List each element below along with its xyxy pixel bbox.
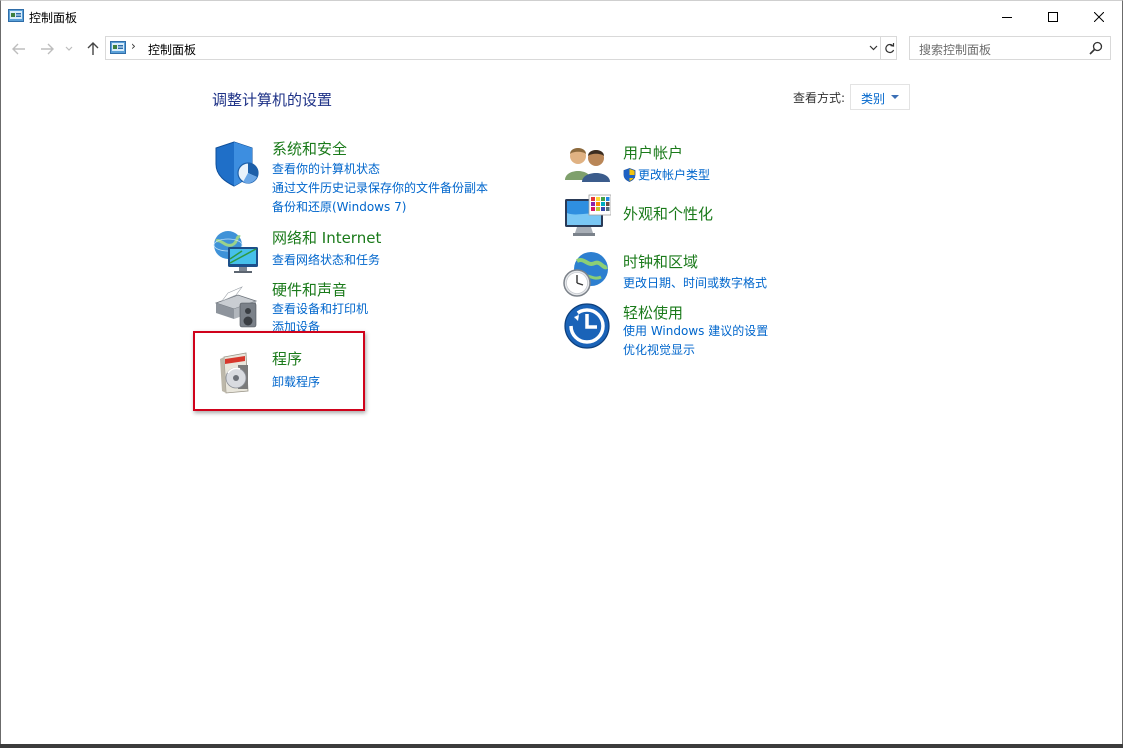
link-recommended-settings[interactable]: 使用 Windows 建议的设置 [623,322,768,339]
window-title: 控制面板 [29,11,78,25]
network-globe-icon[interactable] [212,229,260,277]
address-dropdown-button[interactable] [866,40,880,56]
category-title[interactable]: 网络和 Internet [272,227,381,248]
shield-icon[interactable] [212,140,260,188]
view-by-value[interactable]: 类别 [861,90,885,107]
link-backup-restore[interactable]: 备份和还原(Windows 7) [272,198,406,215]
close-button[interactable] [1076,1,1122,32]
link-view-computer-status[interactable]: 查看你的计算机状态 [272,160,380,177]
forward-button[interactable] [38,39,56,59]
category-title[interactable]: 硬件和声音 [272,279,347,300]
title-bar: 控制面板 [1,1,1122,32]
refresh-icon [885,43,895,54]
up-button[interactable] [84,39,102,59]
breadcrumb-control-panel[interactable]: 控制面板 [148,41,196,58]
chevron-down-icon [869,45,877,51]
maximize-icon [1048,11,1058,22]
address-bar[interactable]: › 控制面板 [105,36,897,60]
refresh-button[interactable] [880,37,898,59]
category-title[interactable]: 外观和个性化 [623,203,713,224]
page-heading: 调整计算机的设置 [212,91,333,109]
highlight-box [193,331,365,411]
search-icon[interactable] [1088,40,1104,56]
arrow-up-icon [87,42,99,55]
maximize-button[interactable] [1030,1,1076,32]
search-placeholder[interactable]: 搜索控制面板 [919,41,991,58]
category-title[interactable]: 轻松使用 [623,302,683,323]
chevron-down-icon [65,46,73,51]
arrow-right-icon [41,43,54,55]
navigation-bar: › 控制面板 搜索控制面板 [1,34,1122,64]
printer-speaker-icon[interactable] [212,281,260,329]
link-devices-printers[interactable]: 查看设备和打印机 [272,300,368,317]
control-panel-icon [8,9,24,22]
link-file-history-backup[interactable]: 通过文件历史记录保存你的文件备份副本 [272,179,488,196]
appearance-monitor-icon[interactable] [563,193,611,241]
link-change-account-type[interactable]: 更改帐户类型 [623,166,710,183]
category-hardware-sound: 硬件和声音 查看设备和打印机 添加设备 [212,279,512,334]
control-panel-icon [110,41,126,54]
category-appearance: 外观和个性化 [563,193,863,243]
users-icon[interactable] [563,142,611,190]
search-box[interactable]: 搜索控制面板 [909,36,1111,60]
link-change-date-time-format[interactable]: 更改日期、时间或数字格式 [623,274,767,291]
category-network-internet: 网络和 Internet 查看网络状态和任务 [212,229,512,275]
category-title[interactable]: 用户帐户 [623,142,683,163]
category-ease-of-access: 轻松使用 使用 Windows 建议的设置 优化视觉显示 [563,302,863,358]
category-title[interactable]: 时钟和区域 [623,251,698,272]
category-user-accounts: 用户帐户 更改帐户类型 [563,142,863,186]
uac-shield-icon [623,167,636,182]
category-title[interactable]: 系统和安全 [272,138,347,159]
link-network-status[interactable]: 查看网络状态和任务 [272,251,380,268]
dropdown-caret-icon [891,95,899,99]
clock-globe-icon[interactable] [563,251,611,299]
ease-of-access-icon[interactable] [563,302,611,350]
view-by-label: 查看方式: [793,91,846,105]
minimize-icon [1002,16,1012,18]
link-label[interactable]: 更改帐户类型 [638,166,710,183]
link-optimize-visual-display[interactable]: 优化视觉显示 [623,341,695,358]
category-system-security: 系统和安全 查看你的计算机状态 通过文件历史记录保存你的文件备份副本 备份和还原… [212,140,512,220]
back-button[interactable] [10,39,28,59]
close-icon [1094,11,1104,22]
recent-locations-button[interactable] [63,39,75,59]
taskbar-edge [0,744,1123,748]
control-panel-window: 控制面板 › 控制面板 搜索控制面板 调整计算机的设置 查看方式: 类别 系统和… [0,0,1123,747]
arrow-left-icon [12,43,25,55]
view-by-dropdown[interactable]: 类别 [850,84,910,110]
category-clock-region: 时钟和区域 更改日期、时间或数字格式 [563,251,863,299]
minimize-button[interactable] [984,1,1030,32]
breadcrumb-separator[interactable]: › [131,39,136,53]
